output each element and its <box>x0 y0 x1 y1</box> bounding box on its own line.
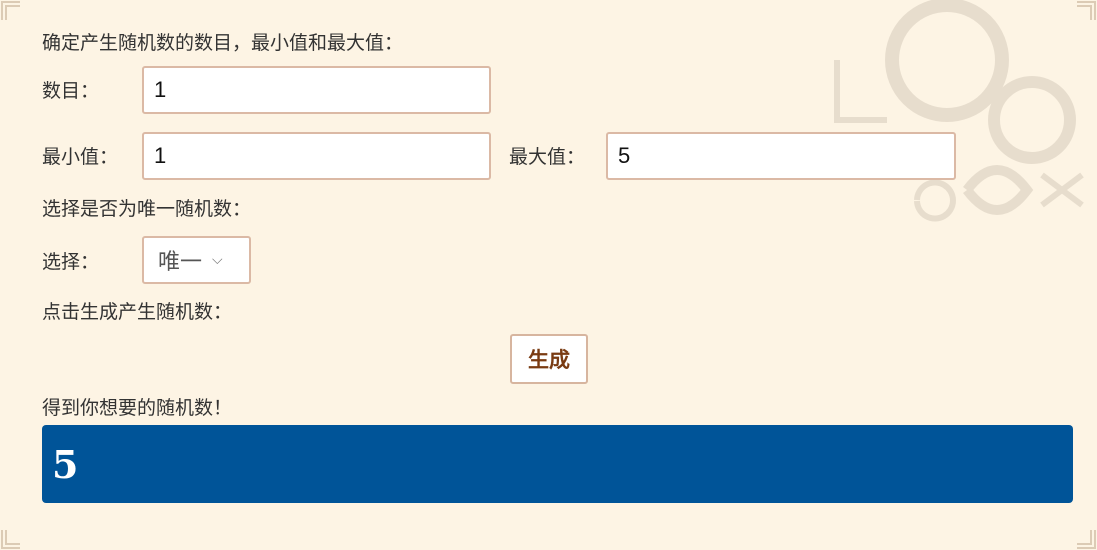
result-prompt: 得到你想要的随机数！ <box>42 397 233 419</box>
corner-ornament-icon <box>1077 530 1096 549</box>
result-value: 5 <box>52 441 79 487</box>
unique-prompt: 选择是否为唯一随机数： <box>42 198 252 220</box>
generate-prompt: 点击生成产生随机数： <box>42 301 233 323</box>
intro-text: 确定产生随机数的数目，最小值和最大值： <box>42 32 404 54</box>
min-label: 最小值： <box>42 146 119 168</box>
count-label: 数目： <box>42 80 100 102</box>
result-display: 5 <box>42 425 1073 503</box>
corner-ornament-icon <box>1 530 20 549</box>
unique-select[interactable]: 唯一 ⌵ <box>142 236 251 284</box>
max-input[interactable]: 5 <box>606 132 956 180</box>
corner-ornament-icon <box>1 1 20 20</box>
select-label: 选择： <box>42 251 100 273</box>
corner-ornament-icon <box>1077 1 1096 20</box>
max-label: 最大值： <box>509 146 586 168</box>
min-input[interactable]: 1 <box>142 132 491 180</box>
background-numbers-decoration <box>834 0 1084 222</box>
count-input[interactable]: 1 <box>142 66 491 114</box>
generate-button[interactable]: 生成 <box>510 334 588 384</box>
chevron-down-icon: ⌵ <box>212 252 223 268</box>
select-value: 唯一 <box>158 249 203 274</box>
